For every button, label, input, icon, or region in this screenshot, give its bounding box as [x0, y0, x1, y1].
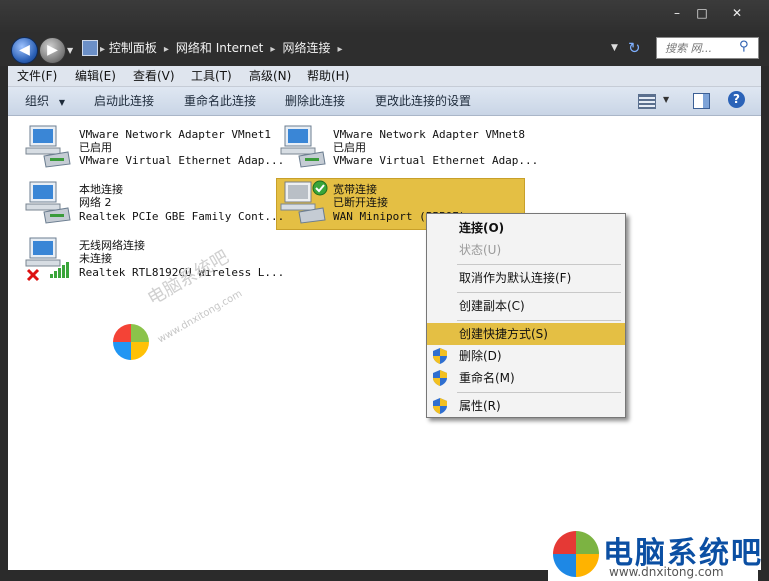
connection-title: VMware Network Adapter VMnet1 [79, 128, 272, 141]
menu-file[interactable]: 文件(F) [17, 66, 57, 86]
connection-title: VMware Network Adapter VMnet8 [333, 128, 526, 141]
breadcrumb-network-connections[interactable]: 网络连接 [282, 41, 330, 55]
organize-label: 组织 [25, 94, 50, 108]
address-dropdown-icon[interactable]: ▼ [611, 43, 618, 53]
menu-separator [457, 392, 621, 393]
rename-connection-button[interactable]: 重命名此连接 [184, 87, 256, 115]
menu-rename-label: 重命名(M) [459, 371, 515, 385]
check-icon [312, 180, 328, 196]
control-panel-icon [82, 40, 98, 56]
chevron-right-icon[interactable]: ▸ [334, 44, 342, 55]
menu-separator [457, 320, 621, 321]
menu-create-copy-label: 创建副本(C) [459, 299, 525, 313]
start-connection-button[interactable]: 启动此连接 [94, 87, 154, 115]
view-dropdown-icon[interactable]: ▼ [663, 95, 669, 104]
context-menu: 连接(O) 状态(U) 取消作为默认连接(F) 创建副本(C) 创建快捷方式(S… [426, 213, 626, 418]
maximize-button[interactable]: □ [687, 2, 717, 24]
menu-create-shortcut-label: 创建快捷方式(S) [459, 327, 548, 341]
back-button[interactable]: ◀ [11, 37, 38, 64]
menu-properties-label: 属性(R) [459, 399, 501, 413]
change-settings-button[interactable]: 更改此连接的设置 [375, 87, 471, 115]
menu-connect[interactable]: 连接(O) [427, 217, 625, 239]
menu-status: 状态(U) [427, 239, 625, 261]
delete-connection-button[interactable]: 删除此连接 [285, 87, 345, 115]
chevron-right-icon[interactable]: ▸ [161, 44, 172, 55]
menu-separator [457, 292, 621, 293]
uac-shield-icon [433, 348, 447, 364]
chevron-right-icon: ▸ [100, 44, 106, 55]
title-bar [0, 0, 769, 34]
help-icon[interactable]: ? [728, 91, 745, 108]
close-button[interactable]: ✕ [722, 2, 752, 24]
connection-title: 无线网络连接 [79, 239, 145, 252]
menu-delete[interactable]: 删除(D) [427, 345, 625, 367]
breadcrumb-network-internet[interactable]: 网络和 Internet [176, 41, 263, 55]
menu-edit[interactable]: 编辑(E) [75, 66, 116, 86]
network-adapter-icon [25, 181, 71, 224]
connection-device: Realtek PCIe GBE Family Cont... [79, 210, 285, 223]
network-adapter-icon [280, 125, 326, 168]
brand-logo-icon [553, 531, 599, 577]
connection-device: VMware Virtual Ethernet Adap... [79, 154, 285, 167]
connection-status: 已启用 [79, 141, 112, 154]
arrow-left-icon: ◀ [19, 42, 30, 58]
uac-shield-icon [433, 398, 447, 414]
menu-status-label: 状态(U) [459, 243, 502, 257]
disconnected-x-icon [26, 268, 40, 282]
connection-status: 网络 2 [79, 196, 112, 209]
forward-button[interactable]: ▶ [39, 37, 66, 64]
network-adapter-icon [25, 125, 71, 168]
menu-unset-default-label: 取消作为默认连接(F) [459, 271, 572, 285]
menu-connect-label: 连接(O) [459, 221, 505, 235]
menu-help[interactable]: 帮助(H) [307, 66, 349, 86]
menu-create-shortcut[interactable]: 创建快捷方式(S) [427, 323, 625, 345]
menu-tools[interactable]: 工具(T) [191, 66, 232, 86]
arrow-right-icon: ▶ [47, 42, 58, 58]
connection-status: 未连接 [79, 252, 112, 265]
menu-properties[interactable]: 属性(R) [427, 395, 625, 417]
connection-status: 已断开连接 [333, 196, 388, 209]
uac-shield-icon [433, 370, 447, 386]
history-dropdown-icon[interactable]: ▼ [67, 46, 73, 55]
connection-device: VMware Virtual Ethernet Adap... [333, 154, 539, 167]
search-icon[interactable]: ⚲ [739, 39, 749, 54]
watermark-logo-icon [113, 324, 149, 360]
menu-bar [8, 66, 761, 87]
chevron-right-icon[interactable]: ▸ [267, 44, 278, 55]
menu-advanced[interactable]: 高级(N) [249, 66, 291, 86]
view-options-icon[interactable] [638, 94, 656, 109]
preview-pane-icon[interactable] [693, 93, 710, 109]
connection-status: 已启用 [333, 141, 366, 154]
breadcrumb: ▸ 控制面板 ▸ 网络和 Internet ▸ 网络连接 ▸ [100, 40, 342, 56]
breadcrumb-control-panel[interactable]: 控制面板 [109, 41, 157, 55]
connection-title: 本地连接 [79, 183, 123, 196]
menu-rename[interactable]: 重命名(M) [427, 367, 625, 389]
organize-button[interactable]: 组织 ▼ [25, 87, 65, 115]
menu-unset-default[interactable]: 取消作为默认连接(F) [427, 267, 625, 289]
refresh-icon[interactable]: ↻ [628, 39, 641, 57]
menu-delete-label: 删除(D) [459, 349, 502, 363]
menu-create-copy[interactable]: 创建副本(C) [427, 295, 625, 317]
menu-view[interactable]: 查看(V) [133, 66, 175, 86]
menu-separator [457, 264, 621, 265]
chevron-down-icon: ▼ [58, 98, 65, 107]
brand-url: www.dnxitong.com [609, 565, 724, 579]
connection-title: 宽带连接 [333, 183, 377, 196]
